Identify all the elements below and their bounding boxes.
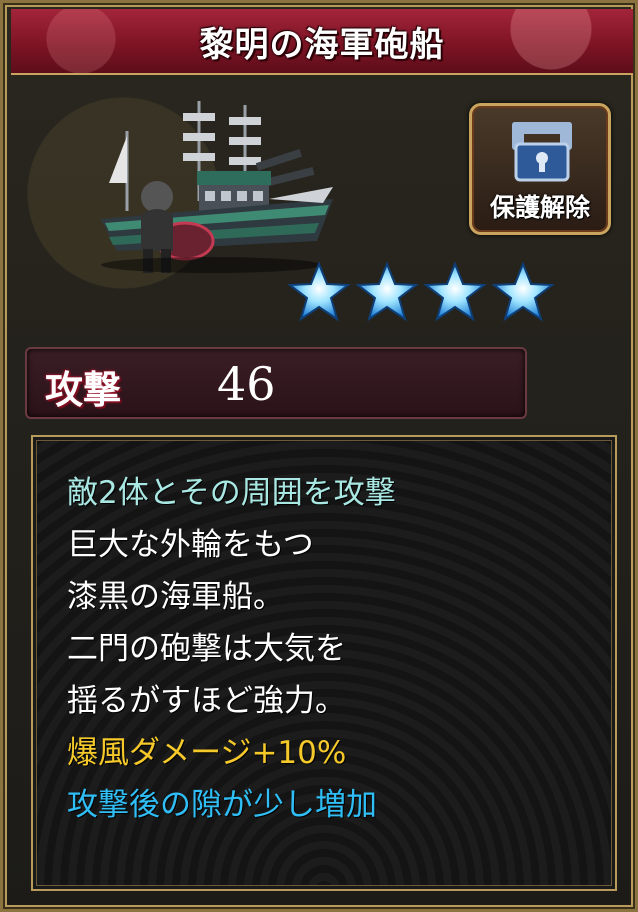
flavor-text-line: 漆黒の海軍船。 xyxy=(67,579,284,615)
flavor-text-line: 揺るがすほど強力。 xyxy=(67,683,346,719)
description-panel: 敵2体とその周囲を攻撃 巨大な外輪をもつ 漆黒の海軍船。 二門の砲撃は大気を 揺… xyxy=(31,435,617,891)
debuff-effect-line: 攻撃後の隙が少し増加 xyxy=(67,787,377,823)
star-icon xyxy=(287,261,351,322)
protect-button-label: 保護解除 xyxy=(489,193,590,222)
star-icon xyxy=(355,261,419,322)
star-icon xyxy=(491,261,555,322)
steam-warship-sprite xyxy=(101,101,333,273)
skill-summary-line: 敵2体とその周囲を攻撃 xyxy=(67,475,396,511)
attack-stat-bar: 攻撃 46 xyxy=(25,347,527,419)
unit-name: 黎明の海軍砲船 xyxy=(199,24,445,65)
buff-effect-line: 爆風ダメージ+10% xyxy=(67,735,347,771)
title-bar: 黎明の海軍砲船 xyxy=(11,9,633,75)
attack-value: 46 xyxy=(217,357,276,411)
flavor-text-line: 二門の砲撃は大気を xyxy=(67,631,346,667)
unit-detail-card: 黎明の海軍砲船 保護解除 攻撃 46 敵2体とその周囲を攻撃 巨大な外輪をもつ … xyxy=(0,0,638,912)
flavor-text-line: 巨大な外輪をもつ xyxy=(67,527,314,563)
star-icon xyxy=(423,261,487,322)
protect-toggle-button[interactable]: 保護解除 xyxy=(469,103,611,235)
lock-icon xyxy=(512,122,572,182)
attack-label: 攻撃 xyxy=(45,368,122,412)
rarity-stars xyxy=(287,261,555,331)
